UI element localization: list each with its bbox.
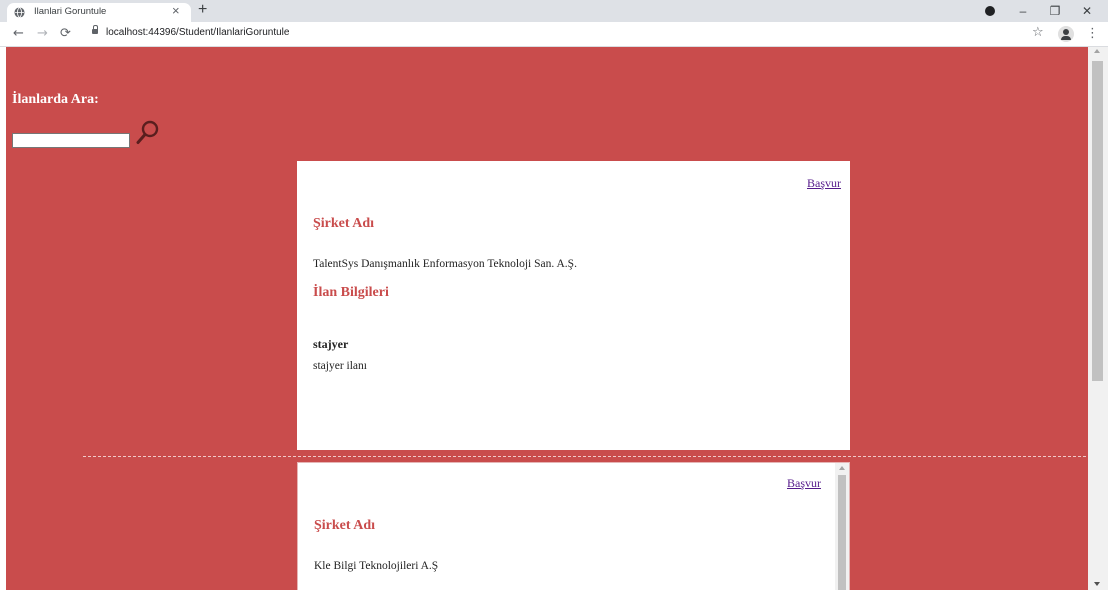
magnifier-search-icon[interactable] xyxy=(136,119,160,145)
forward-arrow-icon[interactable]: → xyxy=(37,26,48,41)
close-window-button[interactable]: ✕ xyxy=(1074,0,1100,22)
back-arrow-icon[interactable]: ← xyxy=(13,26,24,41)
search-input[interactable] xyxy=(12,133,130,148)
scroll-up-arrow-icon[interactable] xyxy=(1094,49,1100,53)
reload-icon[interactable]: ⟳ xyxy=(60,26,71,41)
listing-description: stajyer ilanı xyxy=(313,360,367,372)
company-name: Kle Bilgi Teknolojileri A.Ş xyxy=(314,560,439,572)
page-content: İlanlarda Ara: Başvur Şirket Adı TalentS… xyxy=(6,47,1088,590)
browser-tab[interactable]: Ilanlari Goruntule × xyxy=(7,3,191,22)
chrome-extension-icon[interactable] xyxy=(985,6,995,16)
card-scroll-thumb[interactable] xyxy=(838,475,846,590)
page-scroll-thumb[interactable] xyxy=(1092,61,1103,381)
address-bar[interactable]: localhost:44396/Student/IlanlariGoruntul… xyxy=(84,24,1024,44)
listing-info-heading: İlan Bilgileri xyxy=(313,285,389,300)
listing-card: Başvur Şirket Adı TalentSys Danışmanlık … xyxy=(297,161,850,450)
minimize-button[interactable]: – xyxy=(1010,0,1036,22)
listing-divider xyxy=(83,456,1086,457)
apply-link[interactable]: Başvur xyxy=(807,176,841,191)
globe-icon xyxy=(14,7,25,18)
tab-close-icon[interactable]: × xyxy=(172,3,180,18)
company-heading: Şirket Adı xyxy=(313,216,375,231)
profile-avatar-icon[interactable] xyxy=(1058,26,1074,42)
scroll-down-arrow-icon[interactable] xyxy=(1094,582,1100,586)
lock-icon xyxy=(92,25,98,34)
url-text[interactable]: localhost:44396/Student/IlanlariGoruntul… xyxy=(106,27,289,38)
bookmark-star-icon[interactable]: ☆ xyxy=(1032,25,1044,40)
tab-title: Ilanlari Goruntule xyxy=(34,6,107,17)
company-name: TalentSys Danışmanlık Enformasyon Teknol… xyxy=(313,258,577,270)
apply-link[interactable]: Başvur xyxy=(787,476,821,491)
company-heading: Şirket Adı xyxy=(314,518,376,533)
browser-toolbar: ← → ⟳ localhost:44396/Student/IlanlariGo… xyxy=(0,22,1108,47)
restore-button[interactable]: ❐ xyxy=(1042,0,1068,22)
listing-card: Başvur Şirket Adı Kle Bilgi Teknolojiler… xyxy=(297,462,850,590)
card-scrollbar[interactable] xyxy=(835,463,849,590)
menu-kebab-icon[interactable]: ⋮ xyxy=(1086,26,1099,41)
browser-tab-bar: Ilanlari Goruntule × + – ❐ ✕ xyxy=(0,0,1108,22)
search-heading: İlanlarda Ara: xyxy=(12,92,99,107)
page-scrollbar[interactable] xyxy=(1088,47,1108,590)
scroll-up-arrow-icon[interactable] xyxy=(839,466,845,470)
listing-position: stajyer xyxy=(313,337,349,351)
new-tab-button[interactable]: + xyxy=(198,1,207,19)
